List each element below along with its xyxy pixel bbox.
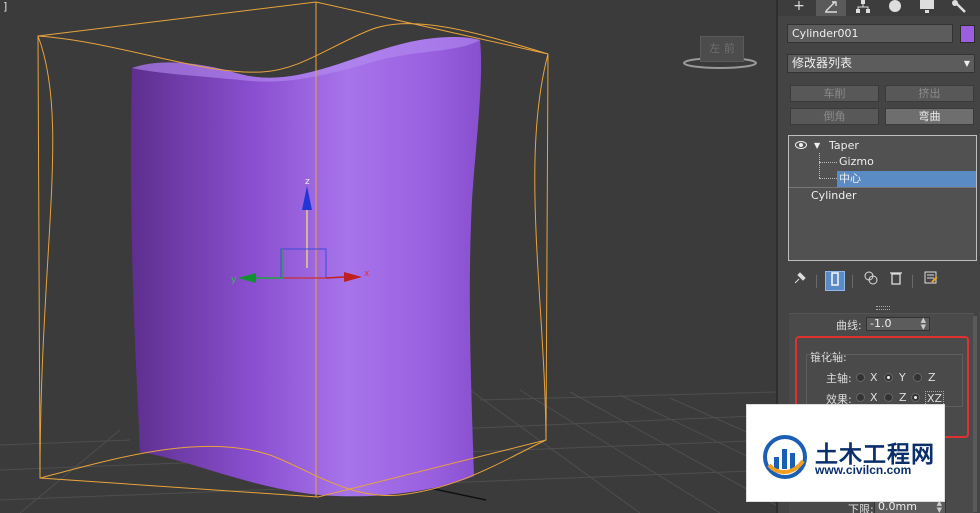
bend-button[interactable]: 弯曲 xyxy=(885,108,974,125)
perspective-viewport[interactable]: z x y ] 左 前 xyxy=(0,0,776,513)
panel-scrollbar[interactable] xyxy=(973,316,977,512)
show-end-result-icon[interactable] xyxy=(825,271,845,291)
modifier-stack[interactable]: ▼ Taper Gizmo 中心 Cylinder xyxy=(788,135,977,261)
lathe-button[interactable]: 车削 xyxy=(790,85,879,102)
stack-item-label: Gizmo xyxy=(839,155,874,168)
display-tab-icon[interactable] xyxy=(912,0,942,16)
object-color-swatch[interactable] xyxy=(960,25,975,43)
utilities-tab-icon[interactable] xyxy=(944,0,974,16)
modifier-list-label: 修改器列表 xyxy=(792,56,853,70)
stack-toolbar xyxy=(778,271,980,293)
spinner-arrows-icon[interactable]: ▲ ▼ xyxy=(921,317,926,331)
stack-item-cylinder[interactable]: Cylinder xyxy=(811,188,857,204)
gizmo-z-label: z xyxy=(305,177,310,187)
curve-value: -1.0 xyxy=(870,317,892,330)
cylinder-object xyxy=(130,37,482,497)
viewcube[interactable]: 左 前 xyxy=(700,36,744,62)
object-name-field[interactable]: Cylinder001 xyxy=(787,24,953,43)
gizmo-x-label: x xyxy=(364,269,370,279)
motion-tab-icon[interactable] xyxy=(880,0,910,16)
viewport-label[interactable]: ] xyxy=(3,0,7,13)
watermark: 土木工程网 www.civilcn.com xyxy=(746,404,945,502)
chevron-down-icon: ▼ xyxy=(963,59,970,68)
eye-icon[interactable] xyxy=(795,141,807,149)
pin-stack-icon[interactable] xyxy=(790,271,810,291)
hierarchy-tab-icon[interactable] xyxy=(848,0,878,16)
gizmo-y-label: y xyxy=(231,275,237,285)
stack-item-gizmo[interactable]: Gizmo xyxy=(839,154,874,170)
create-tab-icon[interactable]: + xyxy=(784,0,814,16)
stack-item-label: Taper xyxy=(829,139,859,152)
tree-connector xyxy=(819,153,820,178)
command-panel-tabs: + xyxy=(778,0,980,16)
modify-tab-icon[interactable] xyxy=(816,0,846,16)
expand-triangle-icon[interactable]: ▼ xyxy=(814,138,820,154)
tree-connector xyxy=(819,162,837,163)
remove-modifier-icon[interactable] xyxy=(886,271,906,291)
extrude-button[interactable]: 挤出 xyxy=(885,85,974,102)
stack-item-taper[interactable]: ▼ Taper xyxy=(789,138,976,154)
curve-label: 曲线: xyxy=(836,319,862,332)
stack-item-center[interactable]: 中心 xyxy=(837,171,976,187)
configure-modifier-sets-icon[interactable] xyxy=(921,271,941,291)
curve-spinner[interactable]: -1.0 ▲ ▼ xyxy=(866,317,930,331)
tree-connector xyxy=(819,178,837,179)
make-unique-icon[interactable] xyxy=(861,271,881,291)
stack-item-label: 中心 xyxy=(839,172,861,185)
stack-item-label: Cylinder xyxy=(811,189,857,202)
civilcn-logo-icon xyxy=(763,435,807,479)
modifier-list-dropdown[interactable]: 修改器列表 ▼ xyxy=(787,54,975,73)
bevel-button[interactable]: 倒角 xyxy=(790,108,879,125)
viewport-scene: z x y xyxy=(0,1,776,513)
lower-limit-label: 下限: xyxy=(848,503,874,513)
rollout-grip[interactable] xyxy=(876,306,890,310)
watermark-url: www.civilcn.com xyxy=(815,463,912,477)
